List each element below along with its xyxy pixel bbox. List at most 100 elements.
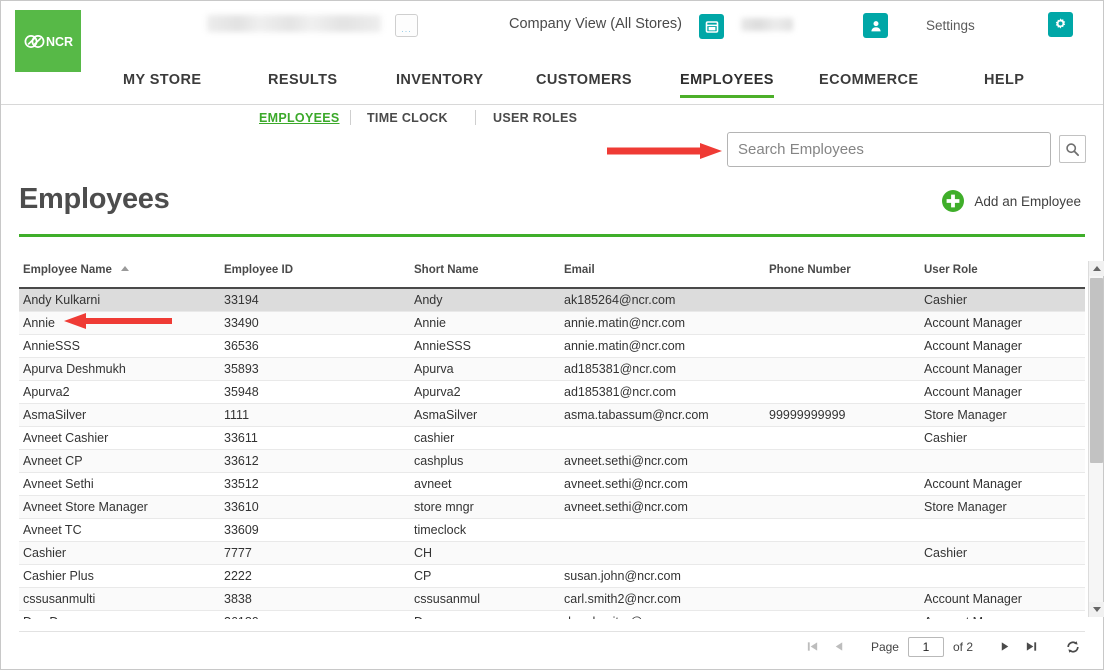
column-header-employee-name[interactable]: Employee Name — [19, 261, 224, 276]
cell-short: cashier — [414, 431, 455, 445]
cell-short: Annie — [414, 316, 446, 330]
cell-role: Account Manager — [924, 316, 1022, 330]
previous-page-icon[interactable] — [830, 638, 847, 655]
cell-role: Account Manager — [924, 339, 1022, 353]
column-label: Employee Name — [23, 264, 112, 276]
search-icon — [1066, 142, 1080, 156]
add-employee-button[interactable]: Add an Employee — [941, 189, 1081, 213]
cell-name: Cashier Plus — [23, 569, 94, 583]
cell-email: susan.john@ncr.com — [564, 569, 681, 583]
scrollbar-thumb[interactable] — [1090, 278, 1103, 463]
cell-role: Cashier — [924, 293, 968, 307]
cell-name: Avneet Store Manager — [23, 500, 148, 514]
cell-short: Dan — [414, 615, 564, 619]
column-header-user-role[interactable]: User Role — [924, 261, 1064, 276]
cell-id: 36536 — [224, 339, 259, 353]
table-row[interactable]: Apurva2 35948 Apurva2 ad185381@ncr.com Accou… — [19, 381, 1085, 404]
cell-email: annie.matin@ncr.com — [564, 316, 686, 330]
svg-text:NCR: NCR — [46, 35, 73, 49]
subnav-employees[interactable]: EMPLOYEES — [259, 111, 340, 125]
cell-id: 36180 — [224, 615, 414, 619]
scroll-down-icon[interactable] — [1089, 602, 1104, 617]
gear-icon[interactable] — [1048, 12, 1073, 37]
cell-short: AsmaSilver — [414, 408, 478, 422]
nav-customers[interactable]: CUSTOMERS — [536, 72, 632, 95]
settings-label[interactable]: Settings — [926, 18, 975, 33]
cell-id: 35893 — [224, 362, 259, 376]
nav-ecommerce[interactable]: ECOMMERCE — [819, 72, 918, 95]
table-row[interactable]: Andy Kulkarni 33194 Andy ak185264@ncr.com Ca… — [19, 289, 1085, 312]
user-icon[interactable] — [863, 13, 888, 38]
column-header-phone-number[interactable]: Phone Number — [769, 261, 924, 276]
cell-name: Apurva Deshmukh — [23, 362, 126, 376]
search-button[interactable] — [1059, 135, 1086, 163]
cell-role: Account Manager — [924, 385, 1022, 399]
search-employees-field[interactable] — [727, 132, 1051, 167]
table-row[interactable]: Apurva Deshmukh 35893 Apurva ad185381@ncr.c… — [19, 358, 1085, 381]
dots-label: ... — [401, 24, 412, 34]
cell-role: Cashier — [924, 546, 968, 560]
cell-email: avneet.sethi@ncr.com — [564, 454, 688, 468]
table-scrollbar[interactable] — [1088, 261, 1104, 617]
cell-email: ad185381@ncr.com — [564, 362, 677, 376]
scroll-up-icon[interactable] — [1089, 261, 1104, 276]
column-header-short-name[interactable]: Short Name — [414, 261, 564, 276]
nav-inventory[interactable]: INVENTORY — [396, 72, 483, 95]
table-row[interactable]: Annie 33490 Annie annie.matin@ncr.com Accoun… — [19, 312, 1085, 335]
nav-results[interactable]: RESULTS — [268, 72, 337, 95]
table-row[interactable]: Avneet Store Manager 33610 store mngr avnee… — [19, 496, 1085, 519]
cell-name: Apurva2 — [23, 385, 70, 399]
subnav-time-clock[interactable]: TIME CLOCK — [367, 111, 448, 125]
table-row[interactable]: AsmaSilver 1111 AsmaSilver asma.tabassum@nc… — [19, 404, 1085, 427]
cell-name: Avneet CP — [23, 454, 83, 468]
table-row[interactable]: Avneet Sethi 33512 avneet avneet.sethi@ncr.… — [19, 473, 1085, 496]
next-page-icon[interactable] — [997, 638, 1014, 655]
page-number-input[interactable] — [907, 636, 944, 657]
ncr-logo[interactable]: NCR — [15, 10, 81, 72]
table-row[interactable]: AnnieSSS 36536 AnnieSSS annie.matin@ncr.com… — [19, 335, 1085, 358]
first-page-icon[interactable] — [804, 638, 821, 655]
top-bar: NCR ... Company View (All Stores) Settin… — [1, 1, 1103, 72]
cell-short: timeclock — [414, 523, 467, 537]
last-page-icon[interactable] — [1023, 638, 1040, 655]
nav-my-store[interactable]: MY STORE — [123, 72, 201, 95]
table-row[interactable]: Dan D36180Dandan.dumitru@ncr.com Account … — [19, 611, 1085, 619]
subnav-divider — [350, 110, 351, 125]
cell-id: 35948 — [224, 385, 259, 399]
cell-phone: 99999999999 — [769, 408, 846, 422]
cell-email: asma.tabassum@ncr.com — [564, 408, 709, 422]
page-count-label: of 2 — [952, 639, 973, 654]
table-row[interactable]: Avneet CP 33612 cashplus avneet.sethi@ncr.c… — [19, 450, 1085, 473]
cell-role: Store Manager — [924, 500, 1007, 514]
pagination-bar: Page of 2 — [19, 631, 1085, 661]
table-row[interactable]: Cashier Plus 2222 CP susan.john@ncr.com — [19, 565, 1085, 588]
cell-role: Account Manager — [924, 362, 1022, 376]
sort-ascending-icon — [121, 266, 130, 271]
nav-employees[interactable]: EMPLOYEES — [680, 72, 774, 98]
refresh-icon[interactable] — [1064, 638, 1081, 655]
cell-short: Apurva2 — [414, 385, 461, 399]
search-input[interactable] — [728, 133, 1050, 166]
store-icon[interactable] — [699, 14, 724, 39]
subnav-user-roles[interactable]: USER ROLES — [493, 111, 577, 125]
cell-role: Store Manager — [924, 408, 1007, 422]
cell-name: Dan D — [19, 615, 224, 619]
cell-email: dan.dumitru@ncr.com — [564, 615, 769, 619]
cell-short: Apurva — [414, 362, 454, 376]
nav-help[interactable]: HELP — [984, 72, 1024, 95]
cell-role: Account Manager — [924, 592, 1022, 606]
cell-id: 33512 — [224, 477, 259, 491]
table-row[interactable]: Avneet Cashier 33611 cashier Cashier — [19, 427, 1085, 450]
cell-email: annie.matin@ncr.com — [564, 339, 686, 353]
cell-name: AnnieSSS — [23, 339, 80, 353]
table-row[interactable]: cssusanmulti 3838 cssusanmul carl.smith2@nc… — [19, 588, 1085, 611]
table-row[interactable]: Avneet TC 33609 timeclock — [19, 519, 1085, 542]
column-header-employee-id[interactable]: Employee ID — [224, 261, 414, 276]
table-row[interactable]: Cashier 7777 CH Cashier — [19, 542, 1085, 565]
company-view-label[interactable]: Company View (All Stores) — [509, 16, 682, 32]
cell-email: avneet.sethi@ncr.com — [564, 477, 688, 491]
cell-name: Annie — [23, 316, 55, 330]
more-options-button[interactable]: ... — [395, 14, 418, 37]
cell-id: 33490 — [224, 316, 259, 330]
column-header-email[interactable]: Email — [564, 261, 769, 276]
